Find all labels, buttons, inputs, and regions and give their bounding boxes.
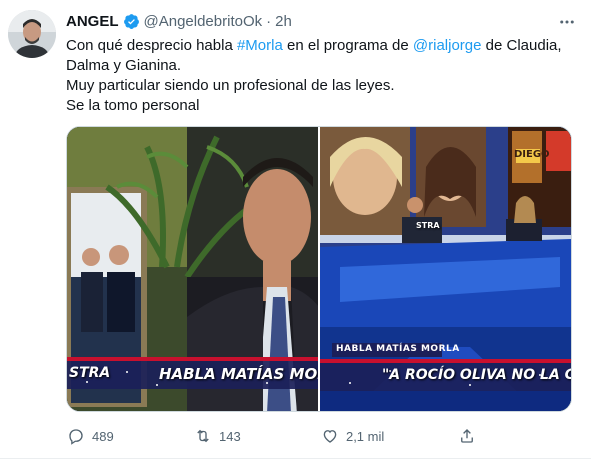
like-count: 2,1 mil (345, 428, 385, 444)
share-button[interactable] (457, 426, 496, 446)
heart-icon (320, 426, 340, 446)
retweet-count: 143 (218, 428, 241, 444)
tweet-card[interactable]: ANGEL @AngeldebritoOk · 2h Con qué despr… (0, 0, 591, 459)
reply-icon (66, 426, 86, 446)
separator-dot: · (266, 12, 272, 30)
left-chyron-prefix: STRA (69, 365, 111, 381)
right-chyron-text: "A ROCÍO OLIVA NO LA C (381, 367, 571, 383)
right-screen-tag: DIEGO (513, 149, 550, 160)
tweet-text-line-2: Dalma y Gianina. (66, 57, 182, 74)
avatar-image (8, 10, 56, 58)
tweet-header: ANGEL @AngeldebritoOk · 2h (66, 10, 292, 32)
verified-badge-icon (123, 13, 140, 30)
reply-button[interactable]: 489 (66, 426, 193, 446)
tweet-actions: 489 143 2,1 mil (66, 422, 496, 450)
tweet-timestamp[interactable]: 2h (275, 13, 292, 30)
mention-link[interactable]: @rialjorge (413, 37, 482, 54)
like-button[interactable]: 2,1 mil (320, 426, 447, 446)
tweet-text: Con qué desprecio habla #Morla en el pro… (66, 36, 571, 116)
tweet-text-line-4: Se la tomo personal (66, 97, 200, 114)
author-name[interactable]: ANGEL (66, 13, 119, 30)
media-photo-left[interactable]: STRA HABLA MATÍAS MORRA (67, 127, 318, 411)
media-photo-right[interactable]: HABLA MATÍAS MORLA "A ROCÍO OLIVA NO LA … (319, 127, 571, 411)
more-horizontal-icon[interactable] (553, 8, 581, 36)
text-segment: en el programa de (282, 37, 413, 54)
tweet-text-line-1: Con qué desprecio habla #Morla en el pro… (66, 36, 571, 56)
left-chyron-text: HABLA MATÍAS MORRA (159, 365, 318, 383)
text-segment: Con qué desprecio habla (66, 37, 237, 54)
share-icon (457, 426, 477, 446)
author-handle[interactable]: @AngeldebritoOk (144, 13, 263, 30)
avatar[interactable] (8, 10, 56, 58)
hashtag-link[interactable]: #Morla (237, 37, 283, 54)
text-segment: de Claudia, (481, 37, 562, 54)
retweet-icon (193, 426, 213, 446)
reply-count: 489 (92, 428, 114, 444)
right-chyron-label: HABLA MATÍAS MORLA (335, 344, 460, 354)
tweet-media[interactable]: STRA HABLA MATÍAS MORRA (66, 126, 572, 412)
desk-text: STRA (415, 221, 440, 230)
tweet-text-line-3: Muy particular siendo un profesional de … (66, 77, 395, 94)
retweet-button[interactable]: 143 (193, 426, 320, 446)
